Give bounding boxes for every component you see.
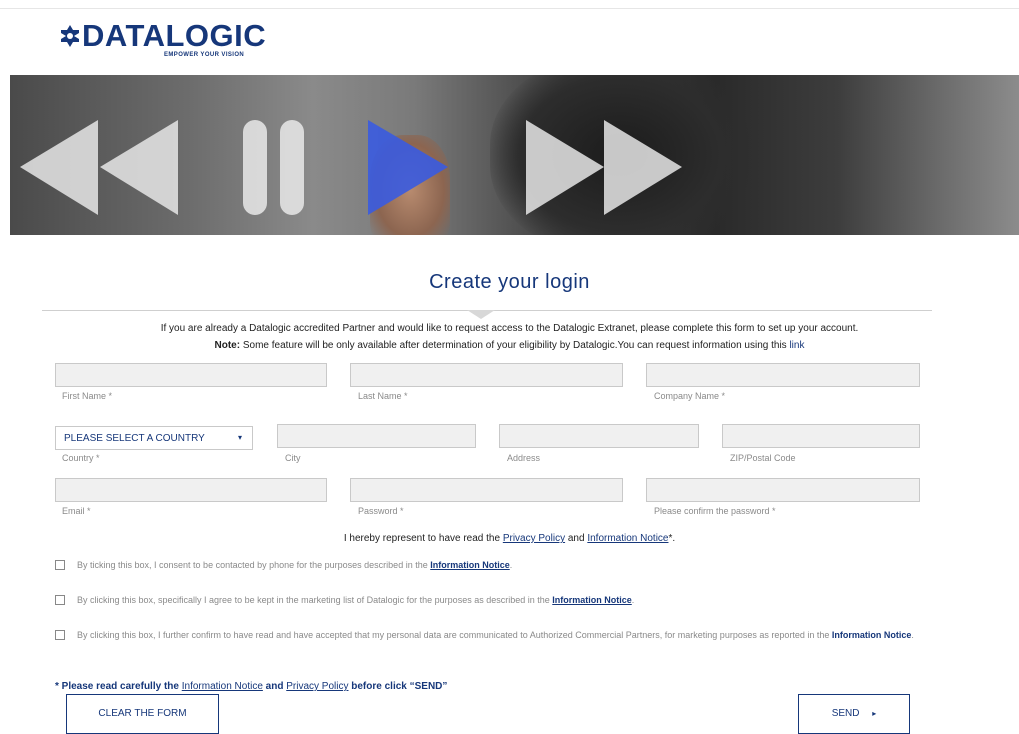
email-label: Email * [62, 506, 91, 516]
city-label: City [285, 453, 301, 463]
checkbox-partners-end: . [911, 630, 914, 640]
footer-privacy-policy-link[interactable]: Privacy Policy [286, 681, 348, 692]
rewind-icon [20, 120, 178, 215]
footer-information-notice-link[interactable]: Information Notice [182, 681, 263, 692]
last-name-label: Last Name * [358, 391, 408, 401]
first-name-input[interactable] [55, 363, 327, 387]
send-button[interactable]: SEND ▸ [798, 694, 910, 734]
logo-text: DATALOGIC [82, 18, 267, 53]
footer-note: * Please read carefully the Information … [55, 681, 447, 692]
hero-banner [10, 75, 1019, 235]
logo-tagline: EMPOWER YOUR VISION [164, 52, 245, 58]
zip-label: ZIP/Postal Code [730, 453, 796, 463]
checkbox-phone-consent[interactable] [55, 560, 65, 570]
page-title: Create your login [429, 271, 590, 293]
password-label: Password * [358, 506, 404, 516]
confirm-password-label: Please confirm the password * [654, 506, 776, 516]
consent-statement: I hereby represent to have read the Priv… [0, 533, 1019, 544]
country-select-value: PLEASE SELECT A COUNTRY [64, 433, 205, 444]
intro-note-text: Some feature will be only available afte… [240, 340, 790, 351]
intro-text: If you are already a Datalogic accredite… [0, 320, 1019, 354]
checkbox-phone-notice-link[interactable]: Information Notice [430, 560, 510, 570]
checkbox-partners-notice-link[interactable]: Information Notice [832, 630, 912, 640]
chevron-down-icon: ▾ [237, 433, 242, 442]
country-label: Country * [62, 453, 100, 463]
confirm-password-input[interactable] [646, 478, 920, 502]
checkbox-marketing-consent[interactable] [55, 595, 65, 605]
logo-mark-icon [61, 25, 79, 47]
play-icon [368, 120, 448, 215]
checkbox-partners-consent[interactable] [55, 630, 65, 640]
intro-note-label: Note: [214, 340, 241, 351]
checkbox-phone-text: By ticking this box, I consent to be con… [77, 560, 431, 570]
datalogic-logo[interactable]: DATALOGIC EMPOWER YOUR VISION [58, 18, 266, 62]
request-info-link[interactable]: link [789, 340, 804, 351]
checkbox-marketing-notice-link[interactable]: Information Notice [552, 595, 632, 605]
password-input[interactable] [350, 478, 623, 502]
first-name-label: First Name * [62, 391, 113, 401]
city-input[interactable] [277, 424, 476, 448]
title-notch-icon [467, 310, 495, 319]
consent-suffix: *. [668, 533, 676, 544]
footer-note-and: and [262, 681, 287, 692]
email-input[interactable] [55, 478, 327, 502]
last-name-input[interactable] [350, 363, 623, 387]
zip-input[interactable] [722, 424, 920, 448]
checkbox-marketing-text: By clicking this box, specifically I agr… [77, 595, 553, 605]
arrow-right-icon: ▸ [872, 709, 877, 718]
fast-forward-icon [526, 120, 682, 215]
consent-prefix: I hereby represent to have read the [343, 533, 503, 544]
address-input[interactable] [499, 424, 699, 448]
country-select[interactable]: PLEASE SELECT A COUNTRY ▾ [55, 426, 253, 450]
checkbox-phone-end: . [509, 560, 513, 570]
checkbox-phone-label: By ticking this box, I consent to be con… [77, 558, 927, 573]
checkbox-partners-label: By clicking this box, I further confirm … [77, 628, 927, 643]
information-notice-link[interactable]: Information Notice [587, 533, 668, 544]
privacy-policy-link[interactable]: Privacy Policy [503, 533, 565, 544]
intro-line-2: Note: Some feature will be only availabl… [0, 337, 1019, 354]
top-divider [0, 8, 1019, 9]
pause-icon [243, 120, 304, 215]
company-name-input[interactable] [646, 363, 920, 387]
address-label: Address [507, 453, 541, 463]
footer-note-suffix: before click “SEND” [348, 681, 448, 692]
checkbox-partners-text: By clicking this box, I further confirm … [77, 630, 832, 640]
intro-line-1: If you are already a Datalogic accredite… [160, 323, 859, 334]
send-button-label: SEND [831, 708, 860, 719]
checkbox-marketing-end: . [631, 595, 635, 605]
checkbox-marketing-label: By clicking this box, specifically I agr… [77, 593, 927, 608]
footer-note-prefix: * Please read carefully the [55, 681, 182, 692]
company-name-label: Company Name * [654, 391, 726, 401]
consent-and: and [565, 533, 588, 544]
clear-form-button[interactable]: CLEAR THE FORM [66, 694, 219, 734]
